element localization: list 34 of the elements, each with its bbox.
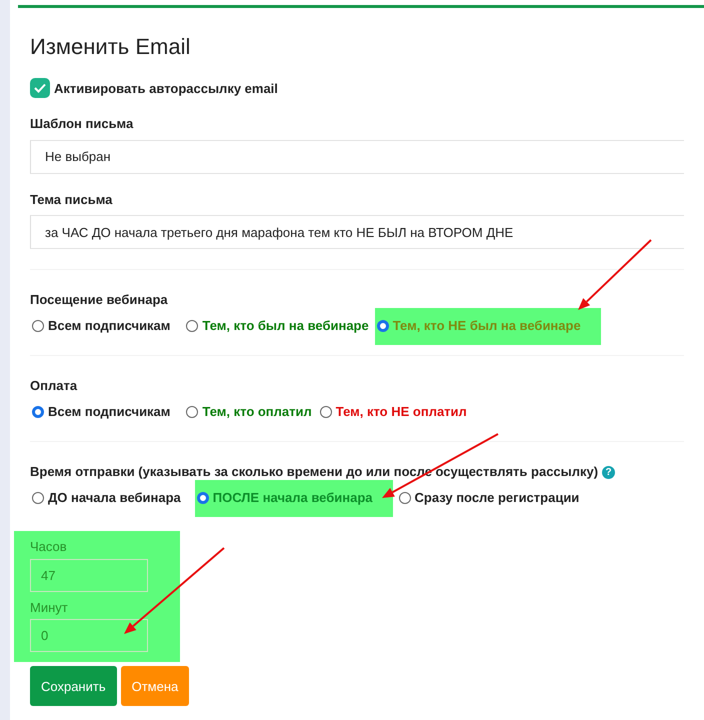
number-field[interactable]: 47 (30, 558, 148, 592)
radio-label[interactable]: Тем, кто НЕ был на вебинаре (392, 316, 581, 336)
radio-button[interactable] (32, 492, 44, 504)
radio-button[interactable] (32, 320, 44, 332)
field-label: Тема письма (30, 190, 112, 209)
group-label: Посещение вебинара (30, 291, 168, 310)
radio-button[interactable] (186, 320, 198, 332)
subject-field[interactable]: за ЧАС ДО начала третьего дня марафона тем кто НЕ БЫЛ на ВТОРОМ ДНЕ (30, 215, 684, 250)
radio-button[interactable] (398, 492, 410, 504)
help-icon[interactable]: ? (602, 466, 616, 480)
radio-label[interactable]: Всем подписчикам (48, 402, 170, 422)
radio-button[interactable] (32, 406, 44, 418)
field-label: Шаблон письма (30, 115, 134, 134)
field-label: Минут (30, 598, 69, 617)
checkbox-label: Активировать авторассылку email (54, 80, 278, 98)
template-select[interactable]: Не выбран (30, 140, 684, 174)
radio-label[interactable]: ПОСЛЕ начала вебинара (212, 488, 372, 508)
checkbox[interactable] (30, 78, 50, 98)
save-button[interactable]: Сохранить (30, 666, 117, 706)
radio-label[interactable]: Всем подписчикам (48, 316, 170, 336)
radio-button[interactable] (320, 406, 332, 418)
radio-label[interactable]: Тем, кто был на вебинаре (202, 316, 369, 336)
group-label: Оплата (30, 377, 78, 396)
radio-button[interactable] (186, 406, 198, 418)
radio-button[interactable] (196, 492, 209, 504)
page-title: Изменить Email (30, 34, 192, 60)
number-field[interactable]: 0 (30, 619, 148, 652)
check-icon (34, 83, 46, 94)
radio-label[interactable]: Тем, кто НЕ оплатил (336, 402, 467, 422)
field-label: Часов (30, 538, 68, 556)
radio-label[interactable]: Сразу после регистрации (414, 488, 580, 508)
radio-label[interactable]: Тем, кто оплатил (202, 402, 312, 422)
radio-button[interactable] (376, 320, 389, 332)
radio-label[interactable]: ДО начала вебинара (48, 488, 181, 508)
